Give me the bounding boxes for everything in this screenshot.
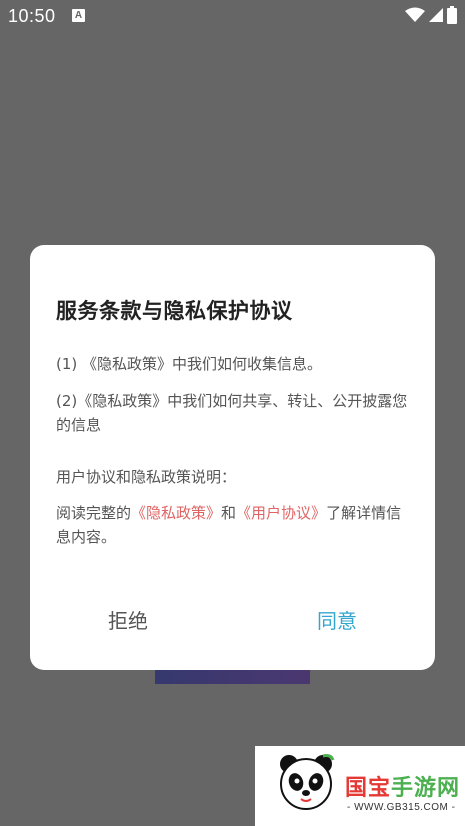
explanation-heading: 用户协议和隐私政策说明：: [56, 468, 237, 486]
brand-part2: 手游网: [391, 776, 461, 801]
status-bar: 10:50 A: [0, 0, 465, 34]
collect-info-text: (1) 《隐私政策》中我们如何收集信息。: [56, 355, 323, 373]
status-time: 10:50: [8, 6, 56, 26]
battery-icon: [447, 6, 457, 24]
dialog-title: 服务条款与隐私保护协议: [56, 299, 293, 323]
signal-icon: [429, 8, 443, 22]
share-info-text: (2)《隐私政策》中我们如何共享、转让、公开披露您的信息: [56, 392, 408, 434]
privacy-policy-link[interactable]: 《隐私政策》: [131, 504, 221, 522]
privacy-dialog: 服务条款与隐私保护协议 (1) 《隐私政策》中我们如何收集信息。 (2)《隐私政…: [30, 245, 435, 670]
site-watermark: 国宝手游网 - WWW.GB315.COM -: [255, 746, 465, 826]
reject-button[interactable]: 拒绝: [108, 605, 148, 634]
brand-part1: 国宝: [345, 776, 392, 801]
user-agreement-link[interactable]: 《用户协议》: [236, 504, 326, 522]
wifi-icon: [405, 7, 425, 22]
brand-url: - WWW.GB315.COM -: [347, 802, 456, 813]
read-mid: 和: [221, 504, 237, 522]
status-icons: [405, 6, 457, 24]
panda-logo-icon: [280, 754, 335, 810]
brand-name: 国宝手游网: [345, 770, 460, 802]
read-prefix: 阅读完整的: [56, 504, 132, 522]
read-full-text: 阅读完整的《隐私政策》和《用户协议》了解详情信息内容。: [56, 501, 411, 549]
a-icon: A: [72, 9, 85, 22]
agree-button[interactable]: 同意: [317, 605, 357, 634]
